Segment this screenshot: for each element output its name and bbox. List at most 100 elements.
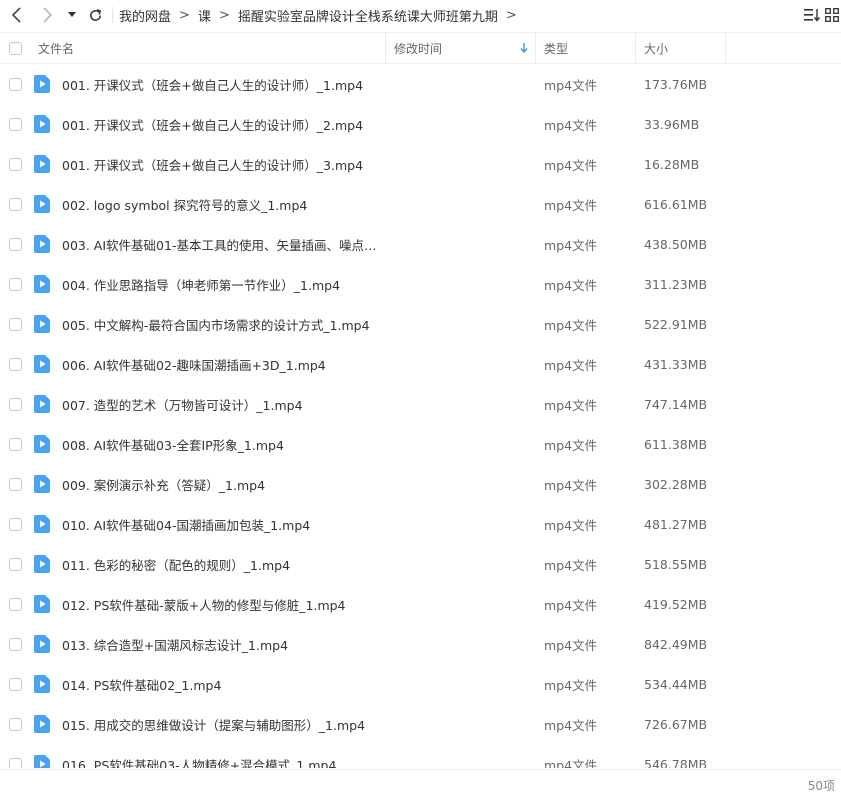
row-checkbox[interactable] bbox=[9, 557, 22, 571]
row-checkbox[interactable] bbox=[9, 397, 22, 411]
file-list: 001. 开课仪式（班会+做自己人生的设计师）_1.mp4 mp4文件 173.… bbox=[0, 64, 841, 768]
column-type[interactable]: 类型 bbox=[544, 33, 634, 63]
column-divider[interactable] bbox=[725, 33, 726, 63]
file-type: mp4文件 bbox=[544, 437, 598, 453]
select-all-checkbox[interactable] bbox=[9, 41, 22, 55]
video-file-icon bbox=[34, 755, 50, 768]
file-type: mp4文件 bbox=[544, 477, 598, 493]
column-divider[interactable] bbox=[635, 33, 636, 63]
row-checkbox[interactable] bbox=[9, 637, 22, 651]
video-file-icon bbox=[34, 315, 50, 333]
arrow-down-icon bbox=[520, 43, 528, 53]
column-header: 文件名 修改时间 类型 大小 bbox=[0, 32, 841, 64]
row-checkbox[interactable] bbox=[9, 517, 22, 531]
file-name: 012. PS软件基础-蒙版+人物的修型与修脏_1.mp4 bbox=[62, 597, 346, 613]
row-checkbox[interactable] bbox=[9, 717, 22, 731]
file-row[interactable]: 016. PS软件基础03-人物精修+混合模式_1.mp4 mp4文件 546.… bbox=[0, 744, 841, 768]
file-size: 481.27MB bbox=[644, 516, 708, 532]
video-file-icon bbox=[34, 635, 50, 653]
column-size[interactable]: 大小 bbox=[644, 33, 724, 63]
file-size: 534.44MB bbox=[644, 676, 708, 692]
video-file-icon bbox=[34, 115, 50, 133]
breadcrumb-separator-icon: > bbox=[179, 7, 190, 23]
row-checkbox[interactable] bbox=[9, 357, 22, 371]
file-type: mp4文件 bbox=[544, 157, 598, 173]
row-checkbox[interactable] bbox=[9, 197, 22, 211]
row-checkbox[interactable] bbox=[9, 477, 22, 491]
row-checkbox[interactable] bbox=[9, 77, 22, 91]
column-modified[interactable]: 修改时间 bbox=[394, 33, 534, 63]
file-row[interactable]: 001. 开课仪式（班会+做自己人生的设计师）_1.mp4 mp4文件 173.… bbox=[0, 64, 841, 104]
column-type-label: 类型 bbox=[544, 41, 569, 56]
refresh-button[interactable] bbox=[82, 2, 108, 28]
file-row[interactable]: 007. 造型的艺术（万物皆可设计）_1.mp4 mp4文件 747.14MB bbox=[0, 384, 841, 424]
row-checkbox[interactable] bbox=[9, 317, 22, 331]
video-file-icon bbox=[34, 475, 50, 493]
file-name: 001. 开课仪式（班会+做自己人生的设计师）_1.mp4 bbox=[62, 77, 364, 93]
file-type: mp4文件 bbox=[544, 757, 598, 769]
file-type: mp4文件 bbox=[544, 77, 598, 93]
file-size: 438.50MB bbox=[644, 236, 708, 252]
file-type: mp4文件 bbox=[544, 637, 598, 653]
file-name: 002. logo symbol 探究符号的意义_1.mp4 bbox=[62, 197, 308, 213]
view-toggle-button[interactable] bbox=[825, 0, 841, 30]
file-size: 33.96MB bbox=[644, 116, 700, 132]
row-checkbox[interactable] bbox=[9, 677, 22, 691]
sort-button[interactable] bbox=[799, 0, 825, 30]
column-size-label: 大小 bbox=[644, 41, 669, 56]
file-row[interactable]: 001. 开课仪式（班会+做自己人生的设计师）_3.mp4 mp4文件 16.2… bbox=[0, 144, 841, 184]
breadcrumb-separator-icon: > bbox=[218, 7, 230, 23]
forward-button[interactable] bbox=[34, 2, 60, 28]
breadcrumb-item-course[interactable]: 课 bbox=[198, 6, 211, 25]
back-button[interactable] bbox=[4, 2, 30, 28]
column-divider[interactable] bbox=[385, 33, 386, 63]
file-size: 611.38MB bbox=[644, 436, 708, 452]
caret-down-icon bbox=[68, 12, 76, 17]
file-row[interactable]: 013. 综合造型+国潮风标志设计_1.mp4 mp4文件 842.49MB bbox=[0, 624, 841, 664]
file-row[interactable]: 015. 用成交的思维做设计（提案与辅助图形）_1.mp4 mp4文件 726.… bbox=[0, 704, 841, 744]
row-checkbox[interactable] bbox=[9, 237, 22, 251]
file-row[interactable]: 003. AI软件基础01-基本工具的使用、矢量插画、噪点肌... mp4文件 … bbox=[0, 224, 841, 264]
file-row[interactable]: 014. PS软件基础02_1.mp4 mp4文件 534.44MB bbox=[0, 664, 841, 704]
breadcrumb-item-root[interactable]: 我的网盘 bbox=[119, 6, 171, 25]
video-file-icon bbox=[34, 395, 50, 413]
video-file-icon bbox=[34, 515, 50, 533]
row-checkbox[interactable] bbox=[9, 437, 22, 451]
file-row[interactable]: 012. PS软件基础-蒙版+人物的修型与修脏_1.mp4 mp4文件 419.… bbox=[0, 584, 841, 624]
file-size: 311.23MB bbox=[644, 276, 708, 292]
row-checkbox[interactable] bbox=[9, 597, 22, 611]
file-row[interactable]: 004. 作业思路指导（坤老师第一节作业）_1.mp4 mp4文件 311.23… bbox=[0, 264, 841, 304]
row-checkbox[interactable] bbox=[9, 277, 22, 291]
file-row[interactable]: 010. AI软件基础04-国潮插画加包装_1.mp4 mp4文件 481.27… bbox=[0, 504, 841, 544]
row-checkbox[interactable] bbox=[9, 117, 22, 131]
row-checkbox[interactable] bbox=[9, 157, 22, 171]
chevron-left-icon bbox=[11, 7, 21, 23]
file-type: mp4文件 bbox=[544, 517, 598, 533]
file-size: 431.33MB bbox=[644, 356, 708, 372]
breadcrumb-expand-icon[interactable]: > bbox=[506, 8, 517, 23]
file-name: 013. 综合造型+国潮风标志设计_1.mp4 bbox=[62, 637, 289, 653]
file-size: 546.78MB bbox=[644, 756, 708, 769]
sort-list-icon bbox=[804, 9, 820, 22]
column-divider[interactable] bbox=[535, 33, 536, 63]
file-name: 003. AI软件基础01-基本工具的使用、矢量插画、噪点肌... bbox=[62, 237, 382, 253]
file-row[interactable]: 009. 案例演示补充（答疑）_1.mp4 mp4文件 302.28MB bbox=[0, 464, 841, 504]
row-checkbox[interactable] bbox=[9, 757, 22, 768]
column-name[interactable]: 文件名 bbox=[38, 33, 384, 63]
video-file-icon bbox=[34, 555, 50, 573]
file-type: mp4文件 bbox=[544, 677, 598, 693]
file-name: 001. 开课仪式（班会+做自己人生的设计师）_2.mp4 bbox=[62, 117, 364, 133]
file-type: mp4文件 bbox=[544, 717, 598, 733]
refresh-icon bbox=[89, 8, 101, 21]
file-row[interactable]: 005. 中文解构-最符合国内市场需求的设计方式_1.mp4 mp4文件 522… bbox=[0, 304, 841, 344]
file-row[interactable]: 011. 色彩的秘密（配色的规则）_1.mp4 mp4文件 518.55MB bbox=[0, 544, 841, 584]
file-row[interactable]: 008. AI软件基础03-全套IP形象_1.mp4 mp4文件 611.38M… bbox=[0, 424, 841, 464]
file-row[interactable]: 006. AI软件基础02-趣味国潮插画+3D_1.mp4 mp4文件 431.… bbox=[0, 344, 841, 384]
file-row[interactable]: 001. 开课仪式（班会+做自己人生的设计师）_2.mp4 mp4文件 33.9… bbox=[0, 104, 841, 144]
breadcrumb-item-current[interactable]: 摇醒实验室品牌设计全栈系统课大师班第九期 bbox=[238, 6, 498, 25]
file-name: 001. 开课仪式（班会+做自己人生的设计师）_3.mp4 bbox=[62, 157, 364, 173]
file-type: mp4文件 bbox=[544, 597, 598, 613]
file-row[interactable]: 002. logo symbol 探究符号的意义_1.mp4 mp4文件 616… bbox=[0, 184, 841, 224]
history-dropdown[interactable] bbox=[64, 2, 80, 28]
file-name: 011. 色彩的秘密（配色的规则）_1.mp4 bbox=[62, 557, 291, 573]
